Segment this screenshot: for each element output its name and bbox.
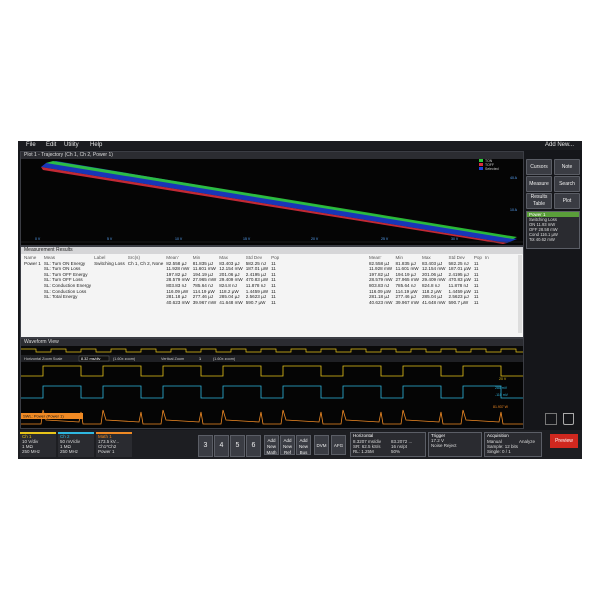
- waveform-view-panel: Waveform View Horizontal Zoom Scale 8.32…: [20, 338, 524, 429]
- settings-bar: Ch 1 10 V/div 1 MΩ 250 MHz Ch 2 50 mV/div 1…: [18, 430, 582, 459]
- legend-selected: Selected: [485, 167, 499, 171]
- vertical-zoom-value: 1: [199, 357, 201, 361]
- measurement-scrollbar[interactable]: [518, 255, 522, 333]
- power-trace: [21, 409, 523, 425]
- vertical-zoom-label: Vertical Zoom: [161, 357, 184, 361]
- table-row[interactable]: 40.623 mW 39.967 mW 41.648 mW 590.7 µW 11: [369, 300, 492, 306]
- legend-swatch-ton: [479, 159, 483, 162]
- measurement-title: Measurement Results: [21, 247, 523, 254]
- table-row[interactable]: 11.928 mW 11.601 mW 12.154 mW 187.01 µW 11: [369, 266, 492, 272]
- horizontal-badge[interactable]: Horizontal 8.3207 ms/div SR: 62.5 kS/s RL:…: [350, 432, 426, 457]
- preview-button[interactable]: Preview: [550, 434, 578, 448]
- trigger-badge[interactable]: Trigger 17.2 V Noise Reject: [428, 432, 482, 457]
- table-row[interactable]: 803.83 nJ 785.64 nJ 824.8 nJ 11.878 nJ 11: [369, 283, 492, 289]
- menu-edit[interactable]: Edit: [46, 142, 56, 148]
- x-tick-1: 5 V: [107, 237, 113, 241]
- x-tick-6: 30 V: [451, 237, 459, 241]
- waveform-display[interactable]: Horizontal Zoom Scale 8.32 ms/div (1.60x…: [21, 346, 523, 428]
- menu-file[interactable]: File: [26, 142, 36, 148]
- legend-swatch-selected: [479, 167, 483, 170]
- scale-right-3: 81.937 W: [493, 405, 509, 409]
- measurement-results-panel: Measurement Results Name Meas Label Src(…: [20, 246, 524, 338]
- menu-utility[interactable]: Utility: [64, 142, 79, 148]
- zoom-factor-1: (1.60x zoom): [113, 357, 136, 361]
- waveform-title: Waveform View: [21, 339, 523, 346]
- plot-title: Plot 1 - Trajectory (Ch 1, Ch 2, Power 1…: [21, 152, 523, 159]
- scope-screen: File Edit Utility Help Add New... Plot 1…: [18, 141, 582, 459]
- x-tick-0: 0 V: [35, 237, 41, 241]
- x-tick-2: 10 V: [175, 237, 183, 241]
- add-new-label[interactable]: Add New...: [545, 142, 574, 148]
- trajectory-plot[interactable]: TON TOFF Selected 40 A 10 A 0 V 5 V 10 V…: [21, 159, 523, 245]
- ch6-button[interactable]: 6: [246, 435, 261, 457]
- ch3-button[interactable]: 3: [198, 435, 213, 457]
- legend-swatch-toff: [479, 163, 483, 166]
- zoom-icon[interactable]: [545, 413, 557, 425]
- power-label: SWL: Power (Power 1): [23, 414, 64, 419]
- trajectory-band-green: [46, 161, 517, 239]
- ch5-button[interactable]: 5: [230, 435, 245, 457]
- y-label-top: 40 A: [510, 176, 518, 180]
- add-new-ref-button[interactable]: Add New Ref: [280, 435, 295, 455]
- menu-bar: File Edit Utility Help Add New...: [18, 141, 582, 150]
- trash-icon[interactable]: [563, 413, 574, 425]
- dvm-button[interactable]: DVM: [314, 435, 329, 455]
- ch1-trace: [21, 365, 523, 377]
- ch4-button[interactable]: 4: [214, 435, 229, 457]
- power-badge[interactable]: Power 1 Switching Loss ON 11.93 mW OFF 2…: [526, 211, 580, 249]
- note-button[interactable]: Note: [554, 159, 580, 175]
- scale-right-1: 280 mV: [495, 386, 508, 390]
- ch2-badge[interactable]: Ch 2 50 mV/div 1 MΩ 250 MHz: [58, 432, 94, 457]
- math1-badge[interactable]: Math 1 173.5 kV... Ch1*Ch2 Power 1: [96, 432, 132, 457]
- scale-right-2: -110 mV: [495, 393, 509, 397]
- zoom-factor-2: (1.60x zoom): [213, 357, 236, 361]
- trajectory-plot-panel: Plot 1 - Trajectory (Ch 1, Ch 2, Power 1…: [20, 151, 524, 246]
- add-new-bus-button[interactable]: Add New Bus: [296, 435, 311, 455]
- scale-right-0: 20 V: [499, 377, 507, 381]
- measurement-table-right: Mean' Min Max Std Dev Pop In 82.558 µJ 81.835 …: [369, 255, 492, 305]
- plot-button[interactable]: Plot: [554, 193, 580, 209]
- x-tick-3: 15 V: [243, 237, 251, 241]
- cursors-button[interactable]: Cursors: [526, 159, 552, 175]
- afg-button[interactable]: AFG: [331, 435, 346, 455]
- ch1-badge[interactable]: Ch 1 10 V/div 1 MΩ 250 MHz: [20, 432, 56, 457]
- x-tick-4: 20 V: [311, 237, 319, 241]
- y-label-mid: 10 A: [510, 208, 518, 212]
- right-sidebar: Cursors Note Measure Search Results Tabl…: [525, 151, 581, 427]
- zoom-scale-value: 8.32 ms/div: [81, 357, 101, 361]
- table-row[interactable]: 281.18 µJ 277.46 µJ 285.04 µJ 2.5623 µJ 11: [369, 294, 492, 300]
- add-new-math-button[interactable]: Add New Math: [264, 435, 279, 455]
- measurement-table-left: Name Meas Label Src(s) Mean' Min Max Std…: [24, 255, 282, 305]
- menu-help[interactable]: Help: [90, 142, 102, 148]
- acquisition-badge[interactable]: Acquisition Manual Sample: 12 bits Single:…: [484, 432, 542, 457]
- search-button[interactable]: Search: [554, 176, 580, 192]
- ch2-trace: [21, 385, 523, 399]
- x-tick-5: 25 V: [381, 237, 389, 241]
- table-row[interactable]: 40.623 mW 39.967 mW 41.648 mW 590.7 µW 11: [24, 300, 282, 306]
- trajectory-band-red: [41, 167, 507, 244]
- power-total: 40.62 mW: [535, 237, 555, 242]
- results-table-button[interactable]: Results Table: [526, 193, 552, 209]
- measure-button[interactable]: Measure: [526, 176, 552, 192]
- zoom-scale-label: Horizontal Zoom Scale: [24, 357, 62, 361]
